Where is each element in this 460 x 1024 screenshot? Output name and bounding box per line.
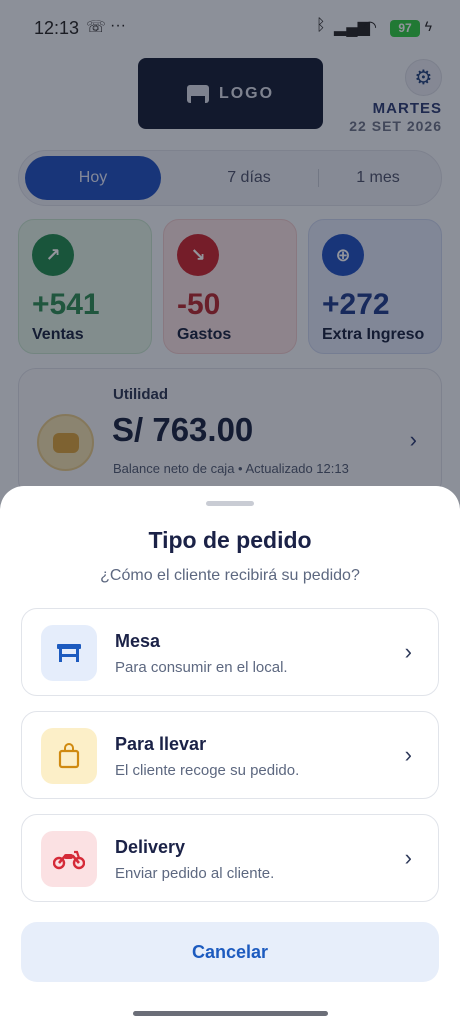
- chevron-right-icon: ›: [404, 639, 412, 664]
- option-para-llevar-name: Para llevar: [115, 734, 207, 754]
- option-delivery-description: Enviar pedido al cliente.: [115, 865, 275, 882]
- option-mesa[interactable]: Mesa Para consumir en el local. ›: [21, 608, 439, 696]
- motorcycle-icon: [41, 831, 97, 887]
- sheet-title: Tipo de pedido: [148, 527, 312, 553]
- table-icon: [41, 625, 97, 681]
- option-delivery[interactable]: Delivery Enviar pedido al cliente. ›: [21, 814, 439, 902]
- option-para-llevar[interactable]: Para llevar El cliente recoge su pedido.…: [21, 711, 439, 799]
- sheet-drag-handle[interactable]: [206, 501, 254, 506]
- sheet-subtitle: ¿Cómo el cliente recibirá su pedido?: [100, 567, 360, 584]
- order-type-sheet: Tipo de pedido ¿Cómo el cliente recibirá…: [0, 486, 460, 1024]
- option-delivery-name: Delivery: [115, 837, 186, 857]
- chevron-right-icon: ›: [404, 742, 412, 767]
- cancel-button[interactable]: Cancelar: [21, 922, 439, 982]
- shopping-bag-icon: [41, 728, 97, 784]
- option-para-llevar-description: El cliente recoge su pedido.: [115, 762, 300, 779]
- option-mesa-description: Para consumir en el local.: [115, 659, 288, 676]
- chevron-right-icon: ›: [404, 845, 412, 870]
- option-mesa-name: Mesa: [115, 631, 161, 651]
- home-indicator[interactable]: [133, 1011, 328, 1016]
